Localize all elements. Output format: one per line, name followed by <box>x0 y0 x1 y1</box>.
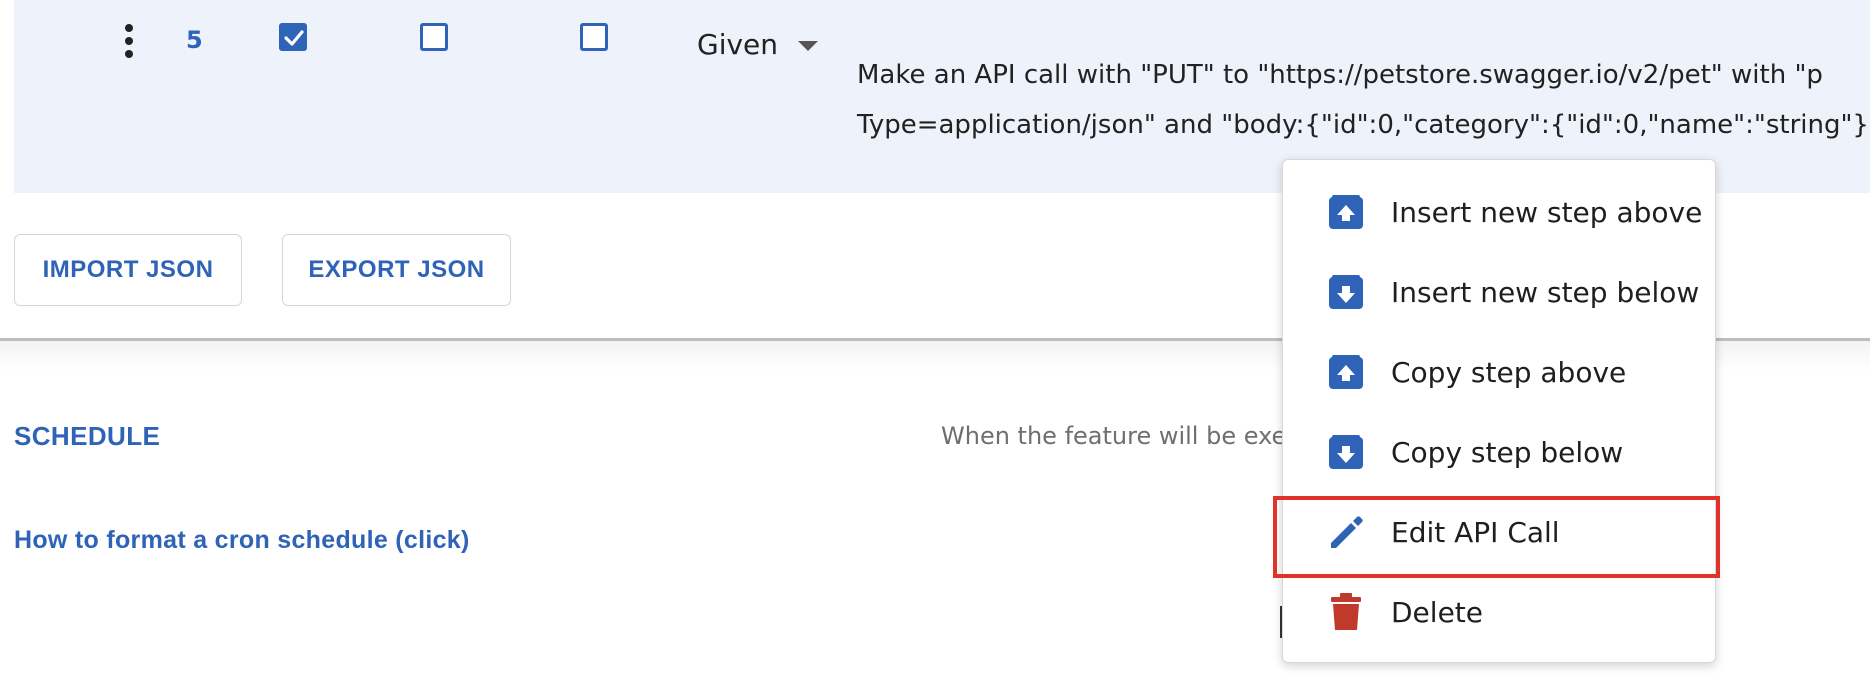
menu-item-label: Insert new step above <box>1391 195 1703 229</box>
menu-item-label: Copy step below <box>1391 435 1624 469</box>
checkmark-icon <box>284 30 304 46</box>
menu-item-label: Delete <box>1391 595 1483 629</box>
menu-item-label: Insert new step below <box>1391 275 1700 309</box>
step-keyword-select[interactable]: Given <box>697 28 819 61</box>
step-checkbox-1[interactable] <box>279 23 307 51</box>
step-keyword-value: Given <box>697 28 779 61</box>
menu-item-copy-above[interactable]: Copy step above <box>1283 332 1715 412</box>
menu-item-label: Copy step above <box>1391 355 1627 389</box>
copy-above-icon <box>1327 353 1365 391</box>
menu-item-edit-api-call[interactable]: Edit API Call <box>1283 492 1715 572</box>
trash-icon <box>1327 593 1365 631</box>
copy-below-icon <box>1327 433 1365 471</box>
menu-item-label: Edit API Call <box>1391 515 1560 549</box>
cron-format-help-link[interactable]: How to format a cron schedule (click) <box>14 526 470 555</box>
menu-item-copy-below[interactable]: Copy step below <box>1283 412 1715 492</box>
insert-above-icon <box>1327 193 1365 231</box>
schedule-section-title: SCHEDULE <box>14 421 161 451</box>
step-description[interactable]: Make an API call with "PUT" to "https://… <box>857 50 1870 150</box>
step-options-kebab-icon[interactable] <box>122 24 136 58</box>
pencil-icon <box>1327 513 1365 551</box>
dropdown-caret-icon <box>798 40 819 51</box>
step-number: 5 <box>186 26 203 54</box>
step-checkbox-2[interactable] <box>420 23 448 51</box>
step-context-menu: Insert new step above Insert new step be… <box>1282 159 1716 663</box>
feature-editor-page: 5 Given Make an API call with "PUT" to "… <box>0 0 1870 694</box>
import-json-button[interactable]: IMPORT JSON <box>14 234 242 306</box>
menu-item-insert-below[interactable]: Insert new step below <box>1283 252 1715 332</box>
menu-item-delete[interactable]: Delete <box>1283 572 1715 652</box>
step-checkbox-3[interactable] <box>580 23 608 51</box>
step-text-line-1: Make an API call with "PUT" to "https://… <box>857 60 1823 90</box>
menu-item-insert-above[interactable]: Insert new step above <box>1283 172 1715 252</box>
step-text-line-2: Type=application/json" and "body:{"id":0… <box>857 110 1870 140</box>
schedule-description: When the feature will be execu <box>941 422 1315 450</box>
insert-below-icon <box>1327 273 1365 311</box>
export-json-button[interactable]: EXPORT JSON <box>282 234 511 306</box>
